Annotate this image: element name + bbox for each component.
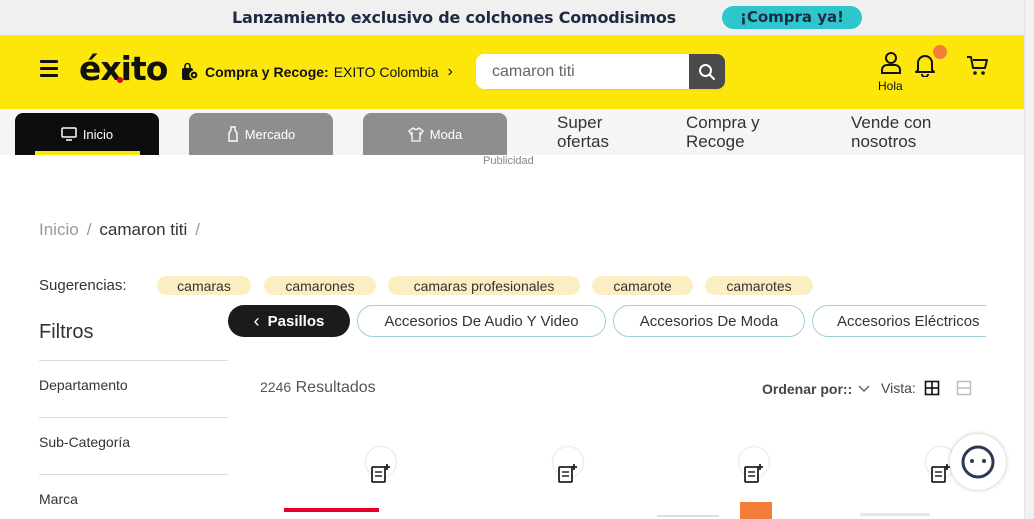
bell-icon xyxy=(915,55,935,78)
results-count: 2246 Resultados xyxy=(260,379,376,397)
filter-sub-categoria[interactable]: Sub-Categoría xyxy=(39,417,228,450)
nav-link-label: Super ofertas xyxy=(557,113,609,151)
product-image-fragment xyxy=(657,515,719,517)
suggestion-chip[interactable]: camarones xyxy=(264,276,376,295)
breadcrumb-current: camaron titi xyxy=(99,220,188,239)
bottle-icon xyxy=(228,126,238,142)
breadcrumb-home[interactable]: Inicio xyxy=(39,220,79,240)
tab-mercado-label: Mercado xyxy=(244,126,296,142)
nav-link-compra-recoge[interactable]: Compra y Recoge xyxy=(686,113,776,151)
breadcrumb-separator: / xyxy=(195,220,201,239)
sort-label: Ordenar por:: xyxy=(762,381,853,397)
pasillos-label: Pasillos xyxy=(267,312,325,330)
notifications-button[interactable] xyxy=(914,53,936,82)
nav-link-vende-nosotros[interactable]: Vende con nosotros xyxy=(851,113,951,151)
monitor-icon xyxy=(61,127,77,141)
notification-badge xyxy=(933,45,947,59)
pasillos-button[interactable]: ‹ Pasillos xyxy=(228,305,350,337)
pasillo-chip[interactable]: Accesorios De Audio Y Video xyxy=(357,305,606,337)
chevron-right-icon: › xyxy=(447,63,453,80)
view-toggle: Vista: xyxy=(881,380,972,396)
product-image-fragment xyxy=(740,502,772,519)
chevron-left-icon: ‹ xyxy=(253,310,260,331)
product-card-actions xyxy=(739,447,769,487)
promo-bar: Lanzamiento exclusivo de colchones Comod… xyxy=(0,0,1034,35)
suggestion-chip[interactable]: camarotes xyxy=(705,276,813,295)
tab-inicio[interactable]: Inicio xyxy=(15,113,159,155)
product-image-fragment xyxy=(284,508,379,512)
add-to-list-icon[interactable] xyxy=(557,463,579,485)
product-card-actions xyxy=(553,447,583,487)
tab-mercado[interactable]: Mercado xyxy=(189,113,333,155)
filter-label: Marca xyxy=(39,491,78,507)
suggestion-chip[interactable]: camaras xyxy=(157,276,251,295)
user-label: Hola xyxy=(878,79,903,93)
pasillo-chip[interactable]: Accesorios De Moda xyxy=(613,305,805,337)
filter-marca[interactable]: Marca xyxy=(39,474,228,507)
search-button[interactable] xyxy=(689,54,725,89)
search-bar xyxy=(476,54,725,89)
results-label: Resultados xyxy=(295,379,376,396)
breadcrumb-separator: / xyxy=(86,220,92,239)
add-to-list-icon[interactable] xyxy=(370,463,392,485)
logo-dot xyxy=(117,77,123,83)
ad-label: Publicidad xyxy=(483,155,534,167)
filter-label: Departamento xyxy=(39,377,128,393)
user-icon xyxy=(881,52,901,74)
menu-icon[interactable] xyxy=(40,60,58,77)
bag-pin-icon xyxy=(182,62,199,80)
scrollbar[interactable] xyxy=(1024,0,1034,519)
product-card-actions xyxy=(366,447,396,487)
grid-view-icon[interactable] xyxy=(924,380,940,396)
nav-link-label: Vende con nosotros xyxy=(851,113,932,151)
filters-title: Filtros xyxy=(39,321,94,343)
suggestions-label: Sugerencias: xyxy=(39,277,127,294)
category-nav: Inicio Mercado Moda Super ofertas Compra… xyxy=(0,109,1024,155)
cart-button[interactable] xyxy=(966,55,990,82)
shirt-icon xyxy=(407,126,424,142)
pasillo-chip[interactable]: Accesorios Eléctricos xyxy=(812,305,986,337)
user-account-button[interactable] xyxy=(877,51,905,80)
logo[interactable]: éxito xyxy=(79,49,168,88)
compra-recoge-label: Compra y Recoge: xyxy=(205,64,329,80)
nav-link-super-ofertas[interactable]: Super ofertas xyxy=(557,113,627,151)
filter-departamento[interactable]: Departamento xyxy=(39,360,228,393)
suggestion-chip[interactable]: camaras profesionales xyxy=(388,276,580,295)
tab-inicio-label: Inicio xyxy=(82,126,114,142)
product-image-fragment xyxy=(860,513,930,516)
results-number: 2246 xyxy=(260,379,292,395)
tab-moda-label: Moda xyxy=(429,126,463,142)
promo-cta-button[interactable]: ¡Compra ya! xyxy=(722,6,862,29)
suggestion-chip[interactable]: camarote xyxy=(592,276,693,295)
add-to-list-icon[interactable] xyxy=(743,463,765,485)
sort-dropdown[interactable]: Ordenar por:: xyxy=(762,381,870,397)
view-label: Vista: xyxy=(881,380,916,396)
help-icon xyxy=(961,445,995,479)
search-icon xyxy=(699,63,715,80)
active-tab-indicator xyxy=(35,151,140,155)
nav-link-label: Compra y Recoge xyxy=(686,113,760,151)
search-input[interactable] xyxy=(476,54,689,89)
promo-text: Lanzamiento exclusivo de colchones Comod… xyxy=(232,8,677,27)
list-view-icon[interactable] xyxy=(956,380,972,396)
pasillo-chip-clip: Accesorios Eléctricos xyxy=(812,305,986,337)
add-to-list-icon[interactable] xyxy=(930,463,952,485)
compra-recoge-selector[interactable]: Compra y Recoge: EXITO Colombia › xyxy=(180,62,453,82)
breadcrumb: Inicio / camaron titi / xyxy=(39,220,200,240)
header: éxito Compra y Recoge: EXITO Colombia › … xyxy=(0,35,1024,109)
compra-recoge-store: EXITO Colombia xyxy=(333,64,439,80)
help-chat-button[interactable] xyxy=(950,434,1006,490)
filter-label: Sub-Categoría xyxy=(39,434,131,450)
tab-moda[interactable]: Moda xyxy=(363,113,507,155)
cart-icon xyxy=(967,56,988,75)
chevron-down-icon xyxy=(858,385,870,393)
